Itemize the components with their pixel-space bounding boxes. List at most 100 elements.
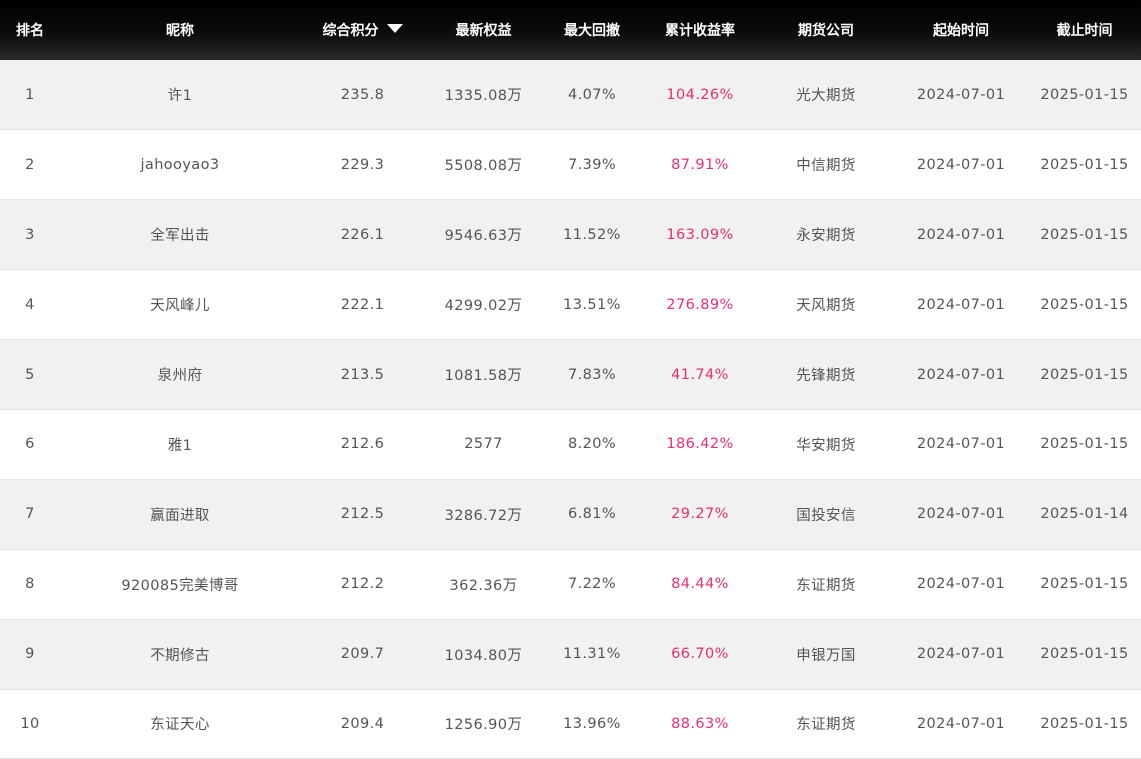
equity-cell: 3286.72万 xyxy=(444,507,523,524)
table-header: 排名 昵称 综合积分 最新权益 最大回撤 累计收益率 期货公司 起始时间 截止时… xyxy=(0,0,1141,60)
start-date-cell: 2024-07-01 xyxy=(916,715,1006,732)
max-drawdown-cell: 11.52% xyxy=(563,226,621,243)
nickname-cell[interactable]: 920085完美博哥 xyxy=(60,549,300,619)
max-drawdown-cell: 7.22% xyxy=(567,576,617,593)
end-date-cell: 2025-01-14 xyxy=(1040,506,1129,523)
futures-company-cell: 东证期货 xyxy=(796,577,856,594)
table-row: 7 赢面进取 212.5 3286.72万 6.81% 29.27% 国投安信 2024-07… xyxy=(0,479,1141,550)
table-row: 10 东证天心 209.4 1256.90万 13.96% 88.63% 东证期货 2024-… xyxy=(0,689,1141,759)
rank-cell: 2 xyxy=(25,156,35,173)
cumulative-return-cell: 104.26% xyxy=(666,86,734,103)
equity-cell: 4299.02万 xyxy=(444,298,523,315)
rank-cell: 4 xyxy=(25,296,35,313)
nickname-cell[interactable]: jahooyao3 xyxy=(60,130,300,200)
rank-cell: 6 xyxy=(25,436,35,453)
nickname-cell[interactable]: 雅1 xyxy=(60,409,300,479)
column-header-rank: 排名 xyxy=(16,23,44,39)
futures-company-cell: 东证期货 xyxy=(796,717,856,734)
column-header-nickname: 昵称 xyxy=(166,23,194,39)
end-date-cell: 2025-01-15 xyxy=(1040,576,1129,593)
nickname-cell[interactable]: 全军出击 xyxy=(60,200,300,270)
table-row: 9 不期修古 209.7 1034.80万 11.31% 66.70% 申银万国 2024-0… xyxy=(0,619,1141,690)
cumulative-return-cell: 163.09% xyxy=(666,226,734,243)
table-row: 2 jahooyao3 229.3 5508.08万 7.39% 87.91% 中信期货 20… xyxy=(0,129,1141,200)
end-date-cell: 2025-01-15 xyxy=(1040,156,1129,173)
table-row: 6 雅1 212.6 2577 8.20% 186.42% 华安期货 2024-07-01 20… xyxy=(0,409,1141,480)
start-date-cell: 2024-07-01 xyxy=(916,436,1006,453)
score-cell: 213.5 xyxy=(340,366,385,383)
equity-cell: 9546.63万 xyxy=(444,228,523,245)
score-cell: 209.4 xyxy=(340,715,385,732)
futures-company-cell: 天风期货 xyxy=(796,298,856,315)
cumulative-return-cell: 66.70% xyxy=(671,646,729,663)
rank-cell: 9 xyxy=(25,646,35,663)
column-header-score[interactable]: 综合积分 xyxy=(300,0,425,60)
start-date-cell: 2024-07-01 xyxy=(916,646,1006,663)
rank-cell: 7 xyxy=(25,506,35,523)
score-cell: 226.1 xyxy=(340,226,385,243)
rank-cell: 5 xyxy=(25,366,35,383)
nickname-cell[interactable]: 东证天心 xyxy=(60,689,300,759)
end-date-cell: 2025-01-15 xyxy=(1040,296,1129,313)
end-date-cell: 2025-01-15 xyxy=(1040,226,1129,243)
equity-cell: 1256.90万 xyxy=(444,717,523,734)
nickname-cell[interactable]: 许1 xyxy=(60,60,300,130)
futures-company-cell: 华安期货 xyxy=(796,437,856,454)
start-date-cell: 2024-07-01 xyxy=(916,366,1006,383)
cumulative-return-cell: 29.27% xyxy=(671,506,729,523)
end-date-cell: 2025-01-15 xyxy=(1040,86,1129,103)
end-date-cell: 2025-01-15 xyxy=(1040,646,1129,663)
futures-company-cell: 永安期货 xyxy=(796,228,856,245)
column-header-cumulative-return: 累计收益率 xyxy=(665,23,735,39)
table-row: 5 泉州府 213.5 1081.58万 7.83% 41.74% 先锋期货 2024-07-… xyxy=(0,339,1141,410)
column-header-start-date: 起始时间 xyxy=(933,23,989,39)
table-row: 3 全军出击 226.1 9546.63万 11.52% 163.09% 永安期货 2024-… xyxy=(0,199,1141,270)
column-header-score-label: 综合积分 xyxy=(322,23,379,39)
equity-cell: 5508.08万 xyxy=(444,158,523,175)
nickname-cell[interactable]: 不期修古 xyxy=(60,619,300,689)
table-body: 1 许1 235.8 1335.08万 4.07% 104.26% 光大期货 2024-07-… xyxy=(0,60,1141,759)
table-row: 4 天风峰儿 222.1 4299.02万 13.51% 276.89% 天风期货 2024-… xyxy=(0,269,1141,340)
equity-cell: 362.36万 xyxy=(449,577,518,594)
rank-cell: 1 xyxy=(25,86,35,103)
end-date-cell: 2025-01-15 xyxy=(1040,436,1129,453)
nickname-cell[interactable]: 赢面进取 xyxy=(60,479,300,549)
cumulative-return-cell: 276.89% xyxy=(666,296,734,313)
column-header-max-drawdown: 最大回撤 xyxy=(564,23,620,39)
equity-cell: 1034.80万 xyxy=(444,647,523,664)
start-date-cell: 2024-07-01 xyxy=(916,226,1006,243)
start-date-cell: 2024-07-01 xyxy=(916,296,1006,313)
start-date-cell: 2024-07-01 xyxy=(916,86,1006,103)
max-drawdown-cell: 8.20% xyxy=(567,436,617,453)
score-cell: 235.8 xyxy=(340,86,385,103)
equity-cell: 1335.08万 xyxy=(444,88,523,105)
score-cell: 229.3 xyxy=(340,156,385,173)
max-drawdown-cell: 4.07% xyxy=(567,86,617,103)
score-cell: 212.5 xyxy=(340,506,385,523)
cumulative-return-cell: 41.74% xyxy=(671,366,729,383)
futures-company-cell: 先锋期货 xyxy=(796,368,856,384)
max-drawdown-cell: 13.96% xyxy=(563,715,621,732)
futures-company-cell: 中信期货 xyxy=(796,158,856,175)
table-row: 8 920085完美博哥 212.2 362.36万 7.22% 84.44% 东证期货 20… xyxy=(0,549,1141,620)
start-date-cell: 2024-07-01 xyxy=(916,576,1006,593)
nickname-cell[interactable]: 天风峰儿 xyxy=(60,270,300,340)
rank-cell: 8 xyxy=(25,576,35,593)
ranking-table: 排名 昵称 综合积分 最新权益 最大回撤 累计收益率 期货公司 起始时间 截止时… xyxy=(0,0,1141,759)
equity-cell: 2577 xyxy=(464,436,503,453)
end-date-cell: 2025-01-15 xyxy=(1040,715,1129,732)
futures-company-cell: 光大期货 xyxy=(796,88,856,105)
caret-down-icon[interactable] xyxy=(386,24,403,33)
max-drawdown-cell: 7.39% xyxy=(567,156,617,173)
end-date-cell: 2025-01-15 xyxy=(1040,366,1129,383)
start-date-cell: 2024-07-01 xyxy=(916,156,1006,173)
start-date-cell: 2024-07-01 xyxy=(916,506,1006,523)
table-row: 1 许1 235.8 1335.08万 4.07% 104.26% 光大期货 2024-07-… xyxy=(0,60,1141,130)
futures-company-cell: 国投安信 xyxy=(796,507,856,524)
cumulative-return-cell: 88.63% xyxy=(671,715,729,732)
nickname-cell[interactable]: 泉州府 xyxy=(60,340,300,410)
score-cell: 212.6 xyxy=(340,436,385,453)
column-header-end-date: 截止时间 xyxy=(1056,23,1113,39)
column-header-equity: 最新权益 xyxy=(455,23,512,39)
futures-company-cell: 申银万国 xyxy=(796,647,856,664)
